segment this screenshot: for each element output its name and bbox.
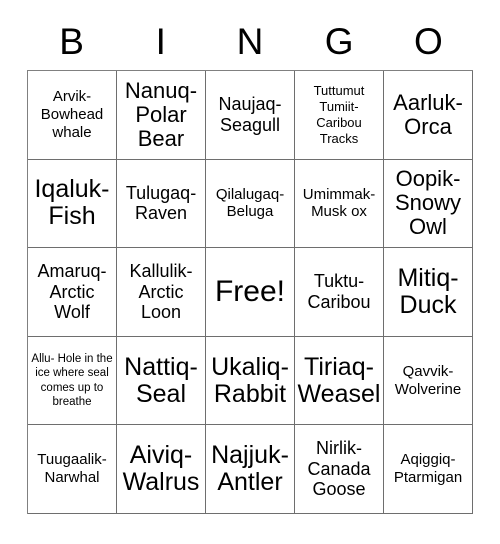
bingo-cell-label: Oopik- Snowy Owl <box>394 166 462 240</box>
bingo-cell-label: Qavvik- Wolverine <box>394 362 462 398</box>
bingo-cell-n1[interactable]: Naujaq- Seagull <box>206 71 295 160</box>
bingo-cell-label: Aiviq- Walrus <box>122 441 200 497</box>
bingo-cell-label: Allu- Hole in the ice where seal comes u… <box>31 352 113 409</box>
bingo-header-letter-g: G <box>324 20 354 62</box>
bingo-cell-o5[interactable]: Aqiggiq- Ptarmigan <box>384 425 473 514</box>
bingo-cell-label: Umimmak- Musk ox <box>302 185 376 221</box>
bingo-header-letter-o: O <box>413 20 443 62</box>
bingo-cell-label: Qilalugaq- Beluga <box>215 185 285 221</box>
bingo-cell-label: Iqaluk- Fish <box>34 175 110 231</box>
bingo-cell-label: Tulugaq- Raven <box>125 182 197 224</box>
bingo-cell-b5[interactable]: Tuugaalik- Narwhal <box>28 425 117 514</box>
bingo-cell-g2[interactable]: Umimmak- Musk ox <box>295 159 384 249</box>
bingo-cell-o4[interactable]: Qavvik- Wolverine <box>384 336 473 426</box>
bingo-header-letter-i: I <box>155 20 166 62</box>
bingo-cell-g1[interactable]: Tuttumut Tumiit- Caribou Tracks <box>295 71 384 160</box>
bingo-header-letter-b: B <box>59 20 84 62</box>
bingo-cell-g5[interactable]: Nirlik- Canada Goose <box>295 425 384 514</box>
bingo-cell-o2[interactable]: Oopik- Snowy Owl <box>384 159 473 249</box>
bingo-cell-n5[interactable]: Najjuk- Antler <box>206 425 295 514</box>
bingo-cell-b1[interactable]: Arvik- Bowhead whale <box>28 71 117 160</box>
bingo-cell-label: Tiriaq- Weasel <box>297 352 381 408</box>
bingo-cell-n4[interactable]: Ukaliq- Rabbit <box>206 336 295 426</box>
bingo-cell-label: Najjuk- Antler <box>211 441 289 497</box>
bingo-cell-b3[interactable]: Amaruq- Arctic Wolf <box>28 248 117 337</box>
bingo-card: B I N G O Arvik- Bowhead whale Nanuq- Po… <box>27 12 473 514</box>
bingo-free-space-label: Free! <box>214 275 286 309</box>
bingo-row-4: Allu- Hole in the ice where seal comes u… <box>28 336 473 426</box>
bingo-header-row: B I N G O <box>27 12 473 70</box>
bingo-cell-n2[interactable]: Qilalugaq- Beluga <box>206 159 295 249</box>
bingo-cell-label: Nirlik- Canada Goose <box>307 438 371 500</box>
bingo-cell-label: Amaruq- Arctic Wolf <box>37 261 107 323</box>
bingo-cell-label: Kallulik- Arctic Loon <box>129 261 193 323</box>
bingo-cell-label: Mitiq- Duck <box>397 263 459 319</box>
bingo-cell-i5[interactable]: Aiviq- Walrus <box>117 425 206 514</box>
bingo-row-1: Arvik- Bowhead whale Nanuq- Polar Bear N… <box>28 71 473 160</box>
bingo-cell-b4[interactable]: Allu- Hole in the ice where seal comes u… <box>28 336 117 426</box>
bingo-cell-i2[interactable]: Tulugaq- Raven <box>117 159 206 249</box>
bingo-cell-g3[interactable]: Tuktu- Caribou <box>295 248 384 337</box>
bingo-row-3: Amaruq- Arctic Wolf Kallulik- Arctic Loo… <box>28 248 473 337</box>
bingo-cell-label: Nanuq- Polar Bear <box>124 77 198 151</box>
bingo-cell-free-space[interactable]: Free! <box>206 248 295 337</box>
bingo-cell-i3[interactable]: Kallulik- Arctic Loon <box>117 248 206 337</box>
bingo-cell-i4[interactable]: Nattiq- Seal <box>117 336 206 426</box>
bingo-cell-i1[interactable]: Nanuq- Polar Bear <box>117 71 206 160</box>
bingo-cell-label: Nattiq- Seal <box>124 352 198 408</box>
bingo-cell-label: Naujaq- Seagull <box>218 94 282 135</box>
bingo-cell-label: Ukaliq- Rabbit <box>211 352 289 408</box>
bingo-cell-o1[interactable]: Aarluk- Orca <box>384 71 473 160</box>
bingo-cell-label: Aqiggiq- Ptarmigan <box>393 451 463 487</box>
bingo-cell-g4[interactable]: Tiriaq- Weasel <box>295 336 384 426</box>
bingo-row-5: Tuugaalik- Narwhal Aiviq- Walrus Najjuk-… <box>28 425 473 514</box>
bingo-row-2: Iqaluk- Fish Tulugaq- Raven Qilalugaq- B… <box>28 159 473 249</box>
bingo-cell-label: Aarluk- Orca <box>393 89 463 139</box>
bingo-cell-label: Arvik- Bowhead whale <box>40 88 104 141</box>
bingo-cell-label: Tuugaalik- Narwhal <box>37 451 107 487</box>
bingo-cell-label: Tuttumut Tumiit- Caribou Tracks <box>313 83 365 146</box>
bingo-cell-label: Tuktu- Caribou <box>307 271 371 312</box>
bingo-grid: Arvik- Bowhead whale Nanuq- Polar Bear N… <box>27 70 473 514</box>
bingo-cell-b2[interactable]: Iqaluk- Fish <box>28 159 117 249</box>
bingo-header-letter-n: N <box>236 20 264 62</box>
bingo-cell-o3[interactable]: Mitiq- Duck <box>384 248 473 337</box>
